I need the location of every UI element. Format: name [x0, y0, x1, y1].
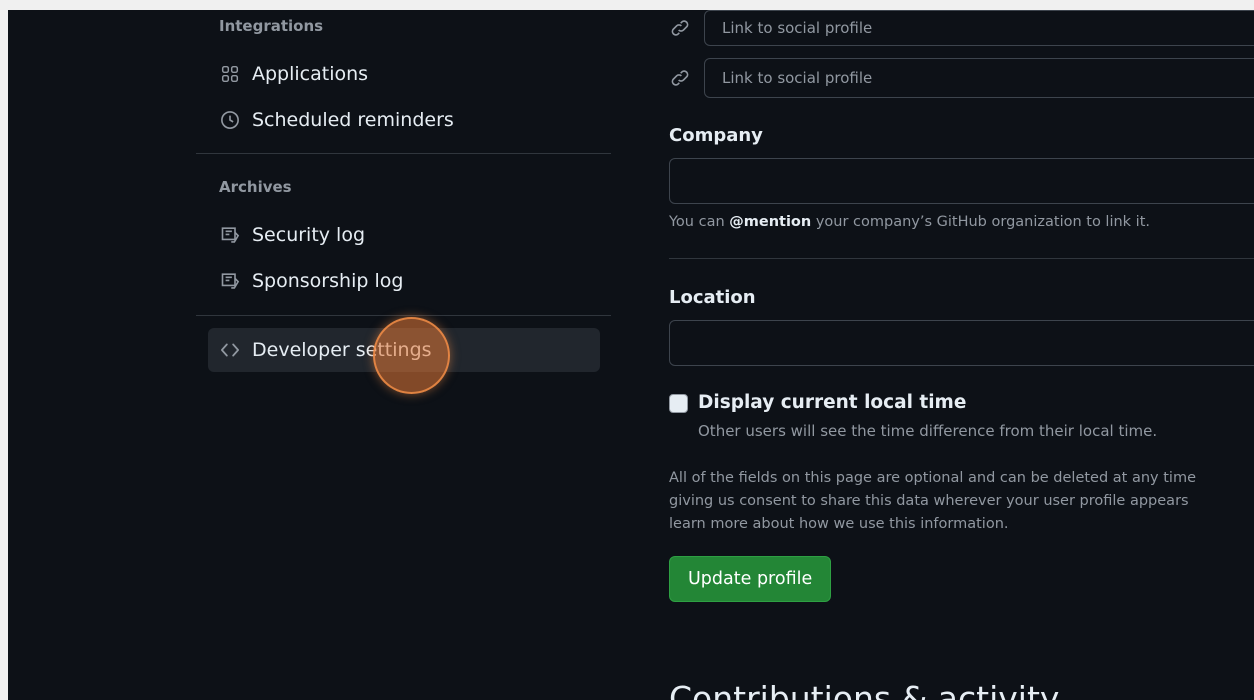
settings-sidebar: Integrations Applications Scheduled remi… [196, 10, 612, 700]
social-link-input[interactable] [704, 58, 1254, 98]
log-icon [218, 269, 242, 293]
sidebar-divider [196, 315, 611, 316]
location-input[interactable] [669, 320, 1254, 366]
log-icon [218, 223, 242, 247]
company-input[interactable] [669, 158, 1254, 204]
profile-form: Company You can @mention your company’s … [669, 10, 1254, 700]
local-time-label: Display current local time [698, 392, 967, 413]
sidebar-item-label: Scheduled reminders [252, 109, 454, 131]
mention-text: @mention [729, 214, 812, 230]
sidebar-item-developer-settings[interactable]: Developer settings [208, 328, 600, 372]
code-icon [218, 338, 242, 362]
company-note-prefix: You can [669, 214, 730, 230]
sidebar-divider [196, 153, 611, 154]
screenshot-frame: Integrations Applications Scheduled remi… [8, 10, 1254, 700]
sidebar-item-label: Security log [252, 224, 366, 246]
sidebar-item-label: Developer settings [252, 339, 432, 361]
clock-icon [218, 108, 242, 132]
sidebar-item-label: Sponsorship log [252, 270, 404, 292]
local-time-hint: Other users will see the time difference… [698, 422, 1158, 440]
optional-note-line: learn more about how we use this informa… [669, 516, 1009, 532]
sidebar-item-sponsorship-log[interactable]: Sponsorship log [208, 259, 600, 303]
company-note-suffix: your company’s GitHub organization to li… [811, 214, 1151, 230]
link-icon [669, 17, 691, 39]
update-profile-button[interactable]: Update profile [669, 556, 832, 602]
optional-fields-note: All of the fields on this page are optio… [669, 467, 1254, 536]
optional-note-line: All of the fields on this page are optio… [669, 470, 1196, 486]
sidebar-item-scheduled-reminders[interactable]: Scheduled reminders [208, 98, 600, 142]
sidebar-item-applications[interactable]: Applications [208, 52, 600, 96]
company-note: You can @mention your company’s GitHub o… [669, 214, 1150, 230]
sidebar-item-label: Applications [252, 63, 369, 85]
integrations-heading: Integrations [219, 17, 324, 35]
sidebar-item-security-log[interactable]: Security log [208, 213, 600, 257]
social-link-row [669, 58, 1254, 98]
local-time-checkbox[interactable] [669, 394, 688, 413]
company-label: Company [669, 125, 763, 146]
archives-heading: Archives [219, 178, 292, 196]
contributions-heading: Contributions & activity [669, 679, 1060, 700]
form-divider [669, 258, 1254, 259]
location-label: Location [669, 287, 756, 308]
optional-note-line: giving us consent to share this data whe… [669, 493, 1189, 509]
link-icon [669, 67, 691, 89]
social-link-row [669, 10, 1254, 46]
apps-icon [218, 62, 242, 86]
social-link-input[interactable] [704, 10, 1254, 46]
